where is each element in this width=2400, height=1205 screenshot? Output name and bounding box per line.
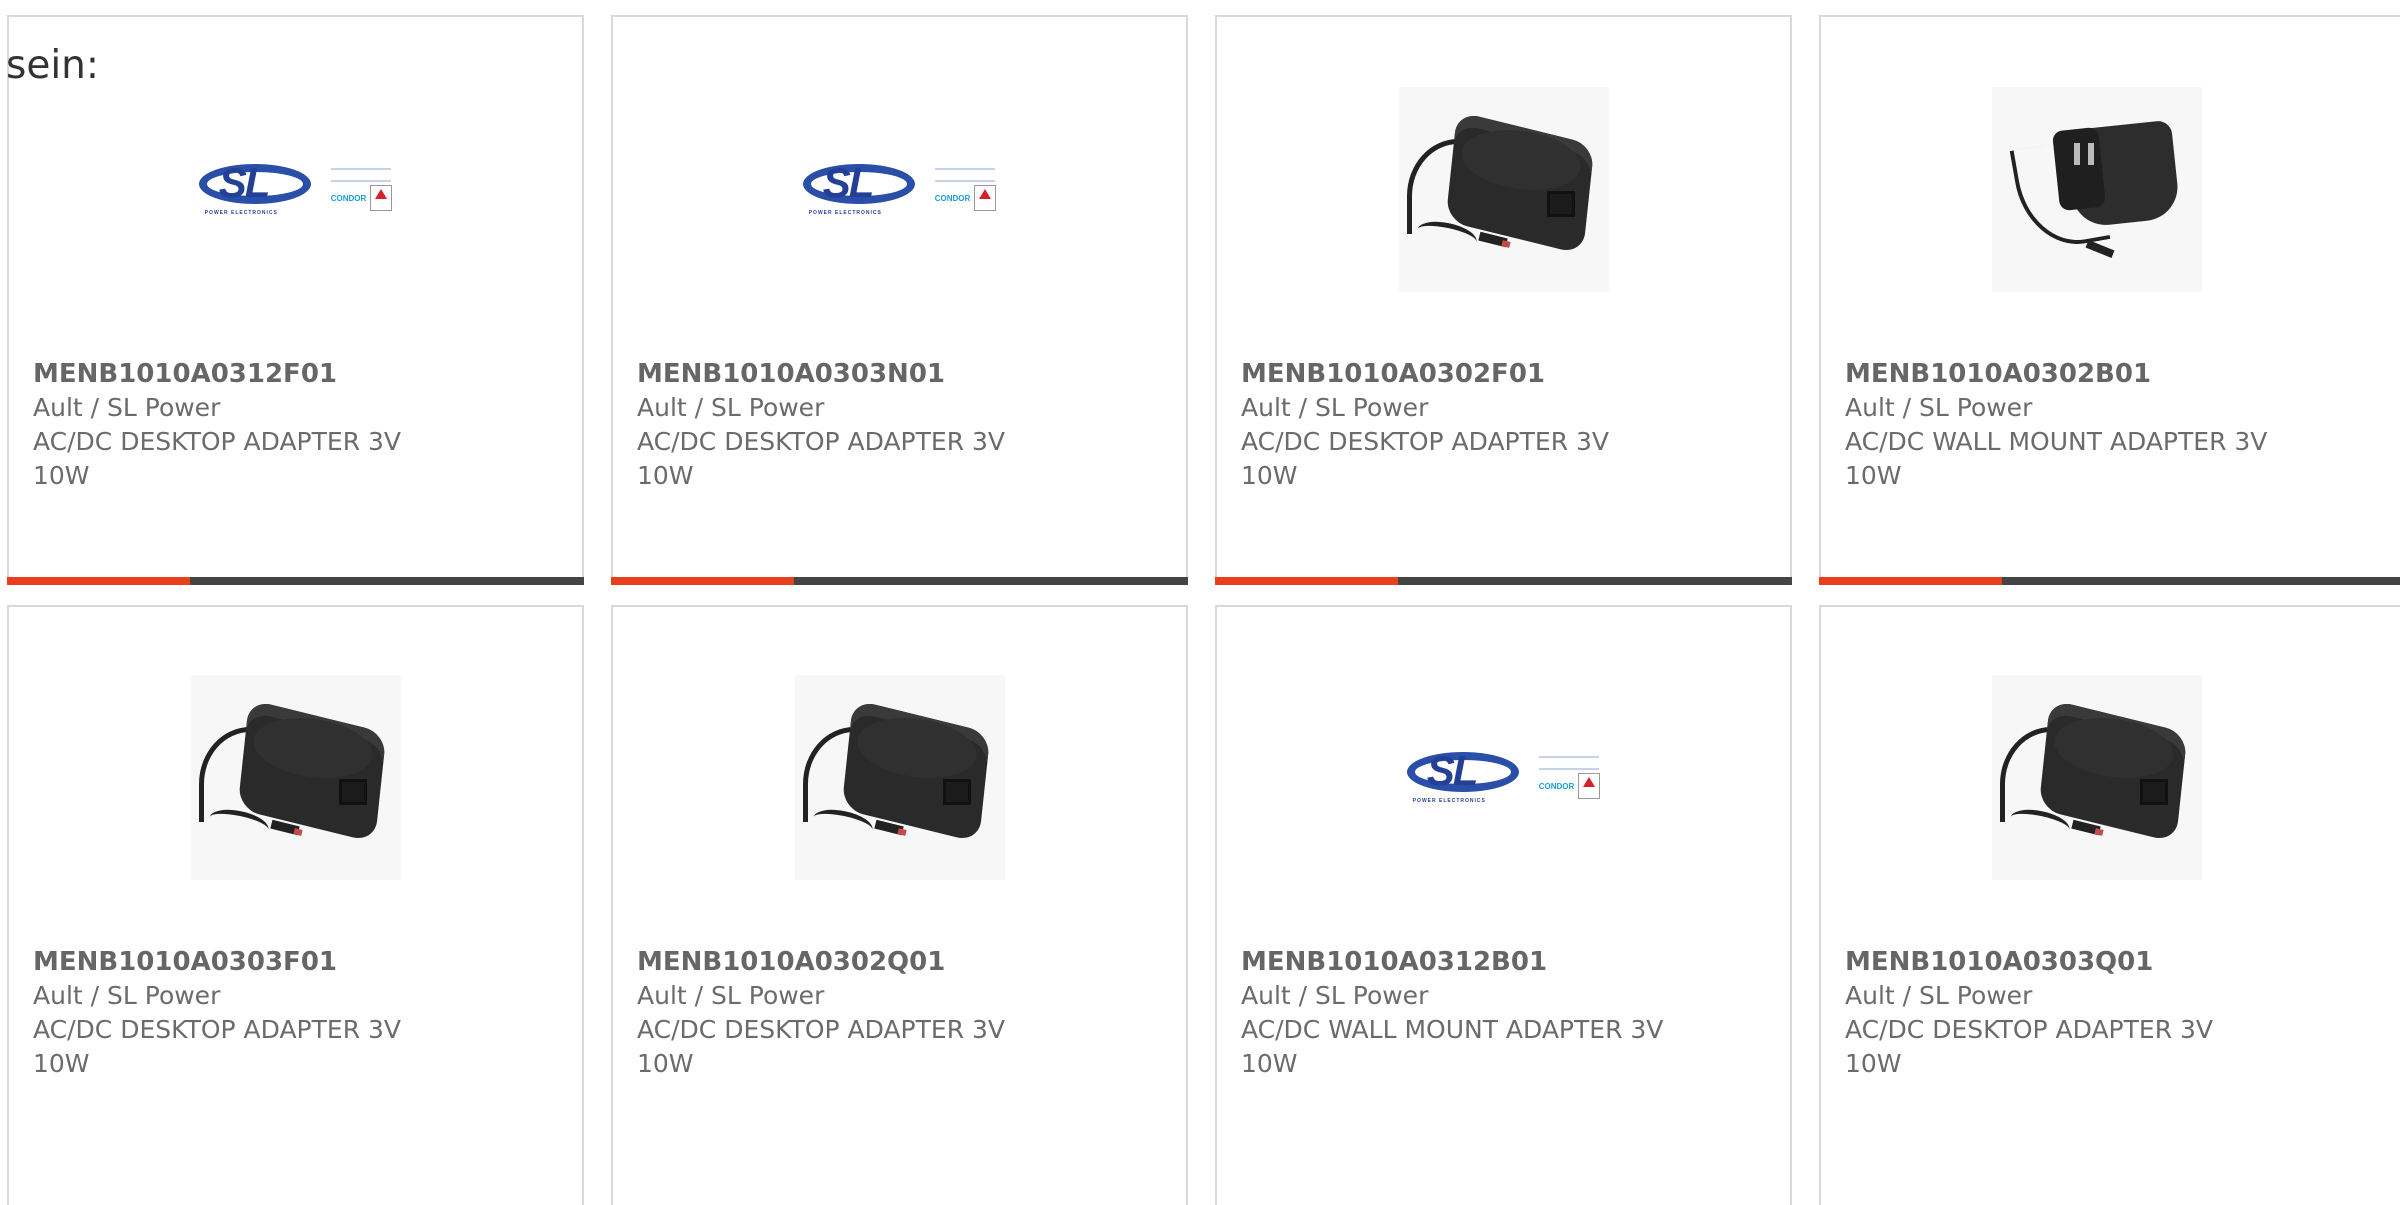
product-card[interactable]: MENB1010A0302F01 Ault / SL Power AC/DC D… <box>1215 15 1792 585</box>
desktop-adapter-photo <box>1398 87 1609 292</box>
manufacturer: Ault / SL Power <box>1845 393 2033 422</box>
product-card[interactable]: SL POWER ELECTRONICS CONDOR MENB1010A030… <box>611 15 1188 585</box>
wall-adapter-photo <box>1992 87 2202 292</box>
product-description: AC/DC DESKTOP ADAPTER 3V 10W <box>637 427 1006 490</box>
manufacturer: Ault / SL Power <box>1241 981 1429 1010</box>
card-bottom-bar <box>7 577 584 585</box>
product-card[interactable]: MENB1010A0302B01 Ault / SL Power AC/DC W… <box>1819 15 2400 585</box>
manufacturer: Ault / SL Power <box>33 981 221 1010</box>
part-number[interactable]: MENB1010A0312B01 <box>1241 945 1671 979</box>
part-number[interactable]: MENB1010A0302F01 <box>1241 357 1671 391</box>
product-card[interactable]: MENB1010A0303Q01 Ault / SL Power AC/DC D… <box>1819 605 2400 1205</box>
product-description: AC/DC DESKTOP ADAPTER 3V 10W <box>33 427 402 490</box>
intro-text: sein: <box>6 43 100 88</box>
desktop-adapter-photo <box>190 675 401 880</box>
product-image[interactable]: SL POWER ELECTRONICS CONDOR <box>1399 675 1609 880</box>
part-number[interactable]: MENB1010A0303N01 <box>637 357 1067 391</box>
part-number[interactable]: MENB1010A0302B01 <box>1845 357 2275 391</box>
product-image[interactable] <box>794 675 1005 880</box>
product-description: AC/DC DESKTOP ADAPTER 3V 10W <box>1241 427 1610 490</box>
card-bottom-bar <box>611 577 1188 585</box>
product-description: AC/DC WALL MOUNT ADAPTER 3V 10W <box>1845 427 2268 490</box>
product-description: AC/DC DESKTOP ADAPTER 3V 10W <box>1845 1015 2214 1078</box>
desktop-adapter-photo <box>794 675 1005 880</box>
sl-power-logo: SL POWER ELECTRONICS CONDOR <box>198 160 393 220</box>
sl-power-logo: SL POWER ELECTRONICS CONDOR <box>802 160 997 220</box>
product-description: AC/DC DESKTOP ADAPTER 3V 10W <box>33 1015 402 1078</box>
product-card[interactable]: MENB1010A0302Q01 Ault / SL Power AC/DC D… <box>611 605 1188 1205</box>
manufacturer: Ault / SL Power <box>637 981 825 1010</box>
product-card[interactable]: SL POWER ELECTRONICS CONDOR MENB1010A031… <box>1215 605 1792 1205</box>
part-number[interactable]: MENB1010A0303F01 <box>33 945 463 979</box>
product-image[interactable]: SL POWER ELECTRONICS CONDOR <box>191 87 401 292</box>
part-number[interactable]: MENB1010A0312F01 <box>33 357 463 391</box>
manufacturer: Ault / SL Power <box>637 393 825 422</box>
product-image[interactable] <box>1992 87 2202 292</box>
product-card[interactable]: SL POWER ELECTRONICS CONDOR MENB1010A031… <box>7 15 584 585</box>
manufacturer: Ault / SL Power <box>1845 981 2033 1010</box>
part-number[interactable]: MENB1010A0302Q01 <box>637 945 1067 979</box>
part-number[interactable]: MENB1010A0303Q01 <box>1845 945 2275 979</box>
product-image[interactable] <box>1398 87 1609 292</box>
product-card[interactable]: MENB1010A0303F01 Ault / SL Power AC/DC D… <box>7 605 584 1205</box>
product-description: AC/DC WALL MOUNT ADAPTER 3V 10W <box>1241 1015 1664 1078</box>
product-image[interactable] <box>1992 675 2202 880</box>
manufacturer: Ault / SL Power <box>33 393 221 422</box>
product-description: AC/DC DESKTOP ADAPTER 3V 10W <box>637 1015 1006 1078</box>
product-image[interactable]: SL POWER ELECTRONICS CONDOR <box>795 87 1005 292</box>
product-grid: SL POWER ELECTRONICS CONDOR MENB1010A031… <box>7 15 2400 1205</box>
desktop-adapter-photo <box>1992 675 2202 880</box>
manufacturer: Ault / SL Power <box>1241 393 1429 422</box>
sl-power-logo: SL POWER ELECTRONICS CONDOR <box>1406 748 1601 808</box>
card-bottom-bar <box>1215 577 1792 585</box>
product-image[interactable] <box>190 675 401 880</box>
card-bottom-bar <box>1819 577 2400 585</box>
